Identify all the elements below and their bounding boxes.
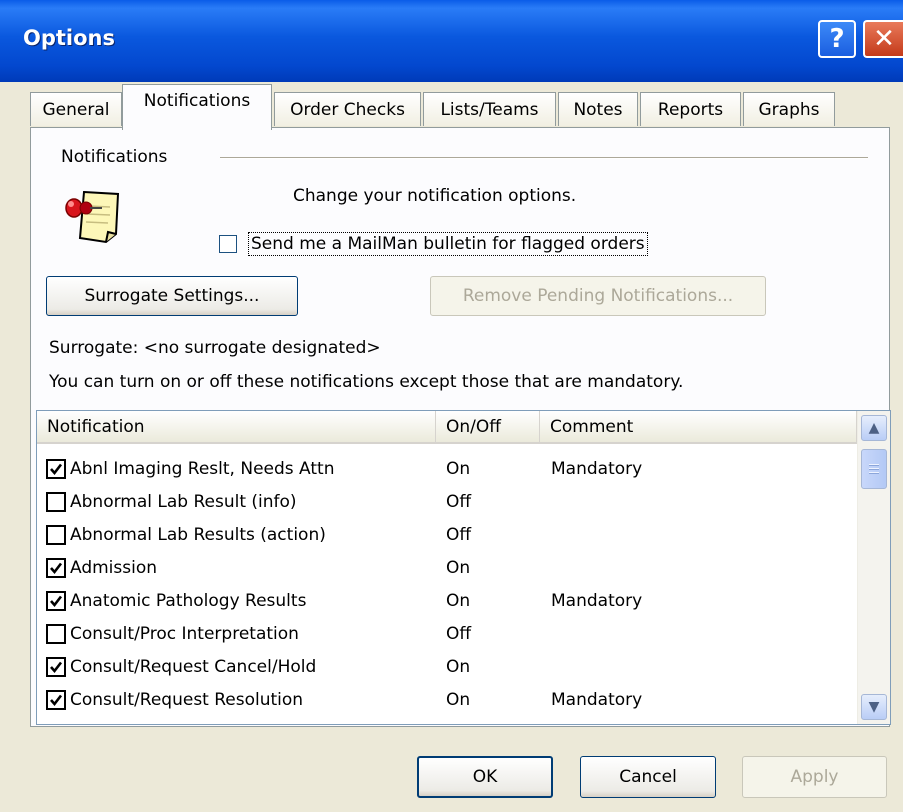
notification-state: Off xyxy=(446,624,472,644)
surrogate-settings-button[interactable]: Surrogate Settings... xyxy=(46,276,298,316)
list-item[interactable]: Consult/Request Resolution On Mandatory xyxy=(37,684,857,717)
notification-checkbox[interactable] xyxy=(46,459,66,479)
window-title: Options xyxy=(23,26,115,50)
chevron-down-icon: ▼ xyxy=(868,699,880,715)
tab-notifications[interactable]: Notifications xyxy=(122,84,272,130)
tab-general[interactable]: General xyxy=(30,92,122,126)
column-header-onoff[interactable]: On/Off xyxy=(436,411,540,444)
mailman-checkbox-label[interactable]: Send me a MailMan bulletin for flagged o… xyxy=(248,232,648,256)
notification-checkbox[interactable] xyxy=(46,558,66,578)
tab-label: Notes xyxy=(573,99,623,120)
notification-state: On xyxy=(446,558,471,578)
column-header-label: On/Off xyxy=(446,416,501,437)
notification-name: Admission xyxy=(70,558,158,578)
tab-label: Graphs xyxy=(758,99,820,120)
notification-checkbox[interactable] xyxy=(46,591,66,611)
options-dialog: Options ? ✕ General Notifications Order … xyxy=(0,0,903,812)
list-item[interactable]: Abnormal Lab Results (action) Off xyxy=(37,519,857,552)
tab-reports[interactable]: Reports xyxy=(640,92,741,126)
group-label: Notifications xyxy=(61,147,168,167)
ok-button[interactable]: OK xyxy=(417,756,553,798)
checkmark-icon xyxy=(50,463,63,476)
notification-state: On xyxy=(446,591,471,611)
notification-name: Abnl Imaging Reslt, Needs Attn xyxy=(70,459,335,479)
notification-name: Anatomic Pathology Results xyxy=(70,591,307,611)
notification-state: On xyxy=(446,690,471,710)
list-item[interactable]: Consult/Request Cancel/Hold On xyxy=(37,651,857,684)
list-item[interactable]: Admission On xyxy=(37,552,857,585)
notification-comment: Mandatory xyxy=(551,690,643,710)
chevron-up-icon: ▲ xyxy=(868,420,880,436)
notification-name: Abnormal Lab Result (info) xyxy=(70,492,297,512)
column-header-label: Comment xyxy=(550,416,634,437)
title-bar[interactable]: Options ? ✕ xyxy=(0,0,903,82)
surrogate-text: Surrogate: <no surrogate designated> xyxy=(49,338,381,358)
notification-name: Consult/Request Resolution xyxy=(70,690,304,710)
notifications-list[interactable]: Notification On/Off Comment Abnl Imaging… xyxy=(36,410,891,725)
notification-comment: Mandatory xyxy=(551,459,643,479)
list-item[interactable]: Anatomic Pathology Results On Mandatory xyxy=(37,585,857,618)
notification-checkbox[interactable] xyxy=(46,525,66,545)
checkmark-icon xyxy=(50,562,63,575)
tab-strip: General Notifications Order Checks Lists… xyxy=(30,84,890,130)
tab-label: Lists/Teams xyxy=(440,99,539,120)
notepad-pushpin-icon xyxy=(65,190,120,244)
close-icon: ✕ xyxy=(873,24,895,54)
tab-lists-teams[interactable]: Lists/Teams xyxy=(423,92,556,126)
notification-state: On xyxy=(446,657,471,677)
notification-comment: Mandatory xyxy=(551,591,643,611)
checkmark-icon xyxy=(50,661,63,674)
tab-label: Notifications xyxy=(143,91,251,111)
mailman-checkbox[interactable] xyxy=(219,235,237,253)
list-item[interactable]: Abnl Imaging Reslt, Needs Attn On Mandator… xyxy=(37,453,857,486)
close-button[interactable]: ✕ xyxy=(863,20,903,58)
checkmark-icon xyxy=(50,694,63,707)
notification-name: Consult/Request Cancel/Hold xyxy=(70,657,317,677)
remove-pending-notifications-button[interactable]: Remove Pending Notifications... xyxy=(430,276,766,316)
notification-name: Consult/Proc Interpretation xyxy=(70,624,299,644)
notification-state: Off xyxy=(446,492,472,512)
scroll-up-button[interactable]: ▲ xyxy=(861,415,887,441)
notification-checkbox[interactable] xyxy=(46,624,66,644)
scroll-down-button[interactable]: ▼ xyxy=(861,694,887,720)
notification-name: Abnormal Lab Results (action) xyxy=(70,525,326,545)
help-button[interactable]: ? xyxy=(818,20,856,58)
tab-label: Reports xyxy=(657,99,724,120)
tab-notes[interactable]: Notes xyxy=(558,92,638,126)
info-text: You can turn on or off these notificatio… xyxy=(49,372,684,392)
vertical-scrollbar[interactable]: ▲ ▼ xyxy=(857,411,890,724)
checkmark-icon xyxy=(50,595,63,608)
notification-state: Off xyxy=(446,525,472,545)
column-header-label: Notification xyxy=(47,416,145,437)
notification-state: On xyxy=(446,459,471,479)
list-item[interactable]: Abnormal Lab Result (info) Off xyxy=(37,486,857,519)
group-separator xyxy=(220,157,868,159)
tab-label: Order Checks xyxy=(290,99,405,120)
notification-checkbox[interactable] xyxy=(46,657,66,677)
column-header-comment[interactable]: Comment xyxy=(540,411,857,444)
notification-checkbox[interactable] xyxy=(46,492,66,512)
scroll-thumb[interactable] xyxy=(861,449,887,489)
column-header-notification[interactable]: Notification xyxy=(37,411,436,444)
cancel-button[interactable]: Cancel xyxy=(580,756,716,798)
notification-checkbox[interactable] xyxy=(46,690,66,710)
tab-label: General xyxy=(42,99,110,120)
apply-button[interactable]: Apply xyxy=(742,756,887,798)
tab-graphs[interactable]: Graphs xyxy=(743,92,835,126)
description-text: Change your notification options. xyxy=(293,186,577,206)
list-item[interactable]: Consult/Proc Interpretation Off xyxy=(37,618,857,651)
tab-order-checks[interactable]: Order Checks xyxy=(274,92,421,126)
help-icon: ? xyxy=(829,24,845,54)
